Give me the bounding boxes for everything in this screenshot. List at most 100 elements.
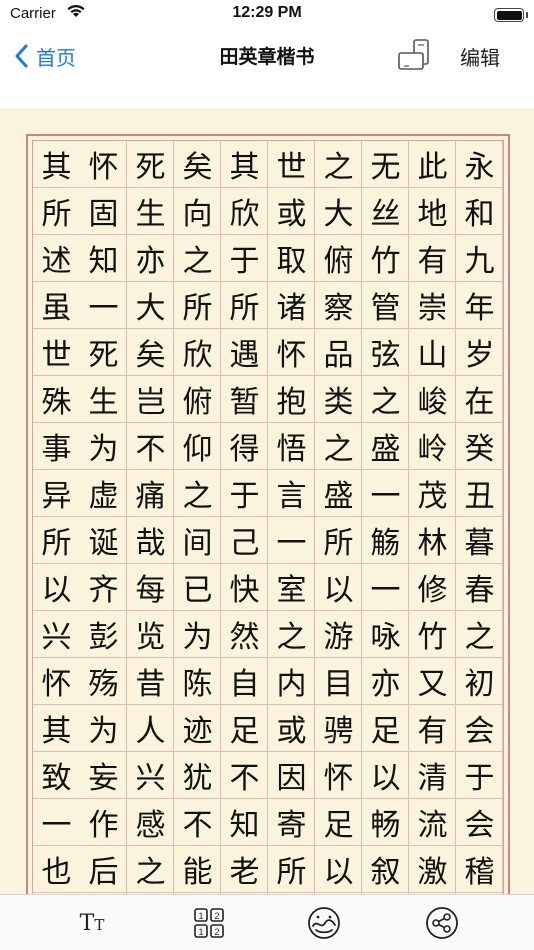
character-cell[interactable]: 述 (33, 235, 80, 282)
character-cell[interactable]: 怀 (80, 141, 127, 188)
character-cell[interactable]: 畅 (362, 799, 409, 846)
character-cell[interactable]: 以 (33, 564, 80, 611)
character-cell[interactable]: 每 (127, 564, 174, 611)
rotate-device-button[interactable] (396, 36, 436, 76)
character-cell[interactable]: 其 (221, 141, 268, 188)
character-cell[interactable]: 为 (80, 705, 127, 752)
character-cell[interactable]: 遇 (221, 329, 268, 376)
character-cell[interactable]: 所 (221, 282, 268, 329)
character-cell[interactable]: 妄 (80, 752, 127, 799)
character-cell[interactable]: 人 (127, 705, 174, 752)
character-cell[interactable]: 无 (362, 141, 409, 188)
character-cell[interactable]: 岭 (409, 423, 456, 470)
share-button[interactable] (424, 905, 460, 941)
character-cell[interactable]: 永 (456, 141, 503, 188)
character-cell[interactable]: 后 (80, 846, 127, 893)
character-cell[interactable]: 叙 (362, 846, 409, 893)
character-cell[interactable]: 春 (456, 564, 503, 611)
calligraphy-page[interactable]: 永和九年岁在癸丑暮春之初会于会稽此地有崇山峻岭茂林修竹又有清流激无丝竹管弦之盛一… (0, 108, 534, 894)
character-cell[interactable]: 生 (127, 188, 174, 235)
character-cell[interactable]: 快 (221, 564, 268, 611)
character-cell[interactable]: 世 (33, 329, 80, 376)
character-cell[interactable]: 彭 (80, 611, 127, 658)
character-cell[interactable]: 大 (315, 188, 362, 235)
character-cell[interactable]: 足 (221, 705, 268, 752)
character-cell[interactable]: 为 (80, 423, 127, 470)
character-cell[interactable]: 之 (268, 611, 315, 658)
character-cell[interactable]: 流 (409, 799, 456, 846)
character-cell[interactable]: 察 (315, 282, 362, 329)
character-cell[interactable]: 稽 (456, 846, 503, 893)
character-cell[interactable]: 亦 (362, 658, 409, 705)
character-cell[interactable]: 虚 (80, 470, 127, 517)
character-cell[interactable]: 也 (33, 846, 80, 893)
font-size-button[interactable]: T T (74, 905, 110, 941)
character-cell[interactable]: 己 (221, 517, 268, 564)
character-cell[interactable]: 固 (80, 188, 127, 235)
character-cell[interactable]: 大 (127, 282, 174, 329)
character-cell[interactable]: 间 (174, 517, 221, 564)
character-cell[interactable]: 一 (268, 517, 315, 564)
character-cell[interactable]: 一 (362, 470, 409, 517)
character-cell[interactable]: 取 (268, 235, 315, 282)
character-cell[interactable]: 峻 (409, 376, 456, 423)
character-cell[interactable]: 知 (80, 235, 127, 282)
character-cell[interactable]: 所 (33, 517, 80, 564)
character-cell[interactable]: 林 (409, 517, 456, 564)
character-cell[interactable]: 有 (409, 235, 456, 282)
character-cell[interactable]: 类 (315, 376, 362, 423)
character-cell[interactable]: 之 (362, 376, 409, 423)
character-cell[interactable]: 暂 (221, 376, 268, 423)
character-cell[interactable]: 能 (174, 846, 221, 893)
character-cell[interactable]: 所 (33, 188, 80, 235)
character-cell[interactable]: 俯 (315, 235, 362, 282)
character-cell[interactable]: 室 (268, 564, 315, 611)
character-cell[interactable]: 致 (33, 752, 80, 799)
character-cell[interactable]: 陈 (174, 658, 221, 705)
character-cell[interactable]: 诞 (80, 517, 127, 564)
character-cell[interactable]: 足 (362, 705, 409, 752)
character-cell[interactable]: 为 (174, 611, 221, 658)
character-cell[interactable]: 因 (268, 752, 315, 799)
character-cell[interactable]: 竹 (409, 611, 456, 658)
character-cell[interactable]: 于 (456, 752, 503, 799)
character-cell[interactable]: 欣 (174, 329, 221, 376)
character-cell[interactable]: 一 (362, 564, 409, 611)
character-cell[interactable]: 所 (268, 846, 315, 893)
character-cell[interactable]: 怀 (268, 329, 315, 376)
character-cell[interactable]: 诸 (268, 282, 315, 329)
character-cell[interactable]: 哉 (127, 517, 174, 564)
character-cell[interactable]: 丝 (362, 188, 409, 235)
character-cell[interactable]: 岂 (127, 376, 174, 423)
character-cell[interactable]: 地 (409, 188, 456, 235)
character-cell[interactable]: 之 (315, 423, 362, 470)
character-cell[interactable]: 矣 (174, 141, 221, 188)
character-cell[interactable]: 修 (409, 564, 456, 611)
character-cell[interactable]: 所 (174, 282, 221, 329)
character-cell[interactable]: 或 (268, 188, 315, 235)
character-cell[interactable]: 兴 (127, 752, 174, 799)
character-cell[interactable]: 年 (456, 282, 503, 329)
character-cell[interactable]: 癸 (456, 423, 503, 470)
character-cell[interactable]: 激 (409, 846, 456, 893)
character-cell[interactable]: 齐 (80, 564, 127, 611)
character-cell[interactable]: 感 (127, 799, 174, 846)
character-cell[interactable]: 会 (456, 799, 503, 846)
character-cell[interactable]: 亦 (127, 235, 174, 282)
character-cell[interactable]: 盛 (315, 470, 362, 517)
character-cell[interactable]: 暮 (456, 517, 503, 564)
character-cell[interactable]: 清 (409, 752, 456, 799)
character-cell[interactable]: 已 (174, 564, 221, 611)
character-cell[interactable]: 所 (315, 517, 362, 564)
character-cell[interactable]: 俯 (174, 376, 221, 423)
character-cell[interactable]: 世 (268, 141, 315, 188)
character-cell[interactable]: 竹 (362, 235, 409, 282)
character-cell[interactable]: 其 (33, 141, 80, 188)
character-cell[interactable]: 知 (221, 799, 268, 846)
character-cell[interactable]: 殇 (80, 658, 127, 705)
character-cell[interactable]: 之 (174, 470, 221, 517)
character-cell[interactable]: 骋 (315, 705, 362, 752)
character-cell[interactable]: 昔 (127, 658, 174, 705)
character-cell[interactable]: 目 (315, 658, 362, 705)
character-cell[interactable]: 矣 (127, 329, 174, 376)
